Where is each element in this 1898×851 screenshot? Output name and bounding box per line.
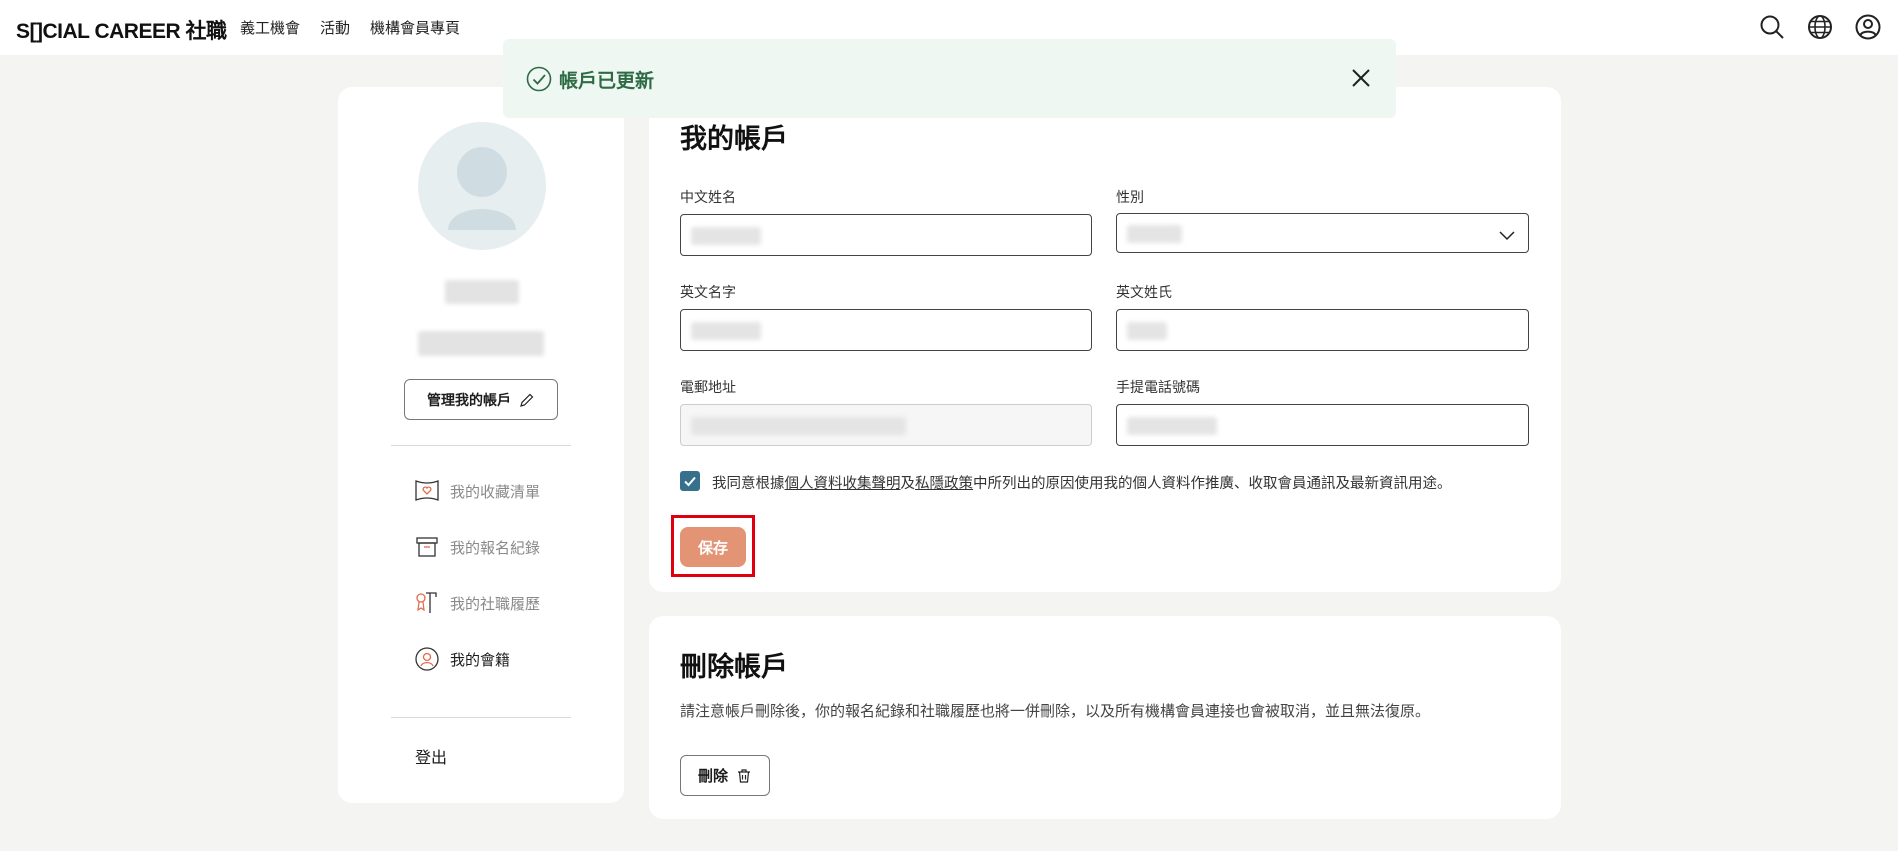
- mobile-label: 手提電話號碼: [1116, 380, 1200, 396]
- delete-account-warning: 請注意帳戶刪除後，你的報名紀錄和社職履歷也將一併刪除，以及所有機構會員連接也會被…: [680, 702, 1431, 720]
- site-logo[interactable]: S[]CIAL CAREER 社職: [16, 15, 227, 45]
- chinese-name-label: 中文姓名: [680, 190, 736, 206]
- save-button[interactable]: 保存: [680, 527, 746, 567]
- page-title: 我的帳戶: [680, 124, 788, 155]
- nav-icons: [1758, 13, 1882, 41]
- english-last-name-field[interactable]: [1116, 309, 1529, 351]
- sidebar-item-label: 我的社職履歷: [450, 594, 541, 613]
- english-first-name-label: 英文名字: [680, 285, 736, 301]
- gender-label: 性別: [1116, 190, 1144, 206]
- check-circle-icon: [526, 66, 552, 92]
- profile-sidebar: 管理我的帳戶 我的收藏清單 我的報名紀錄 我的社職履歷 我的會籍 登出: [338, 87, 624, 803]
- mobile-value-redacted: [1127, 417, 1217, 435]
- sidebar-item-bookmarks[interactable]: 我的收藏清單: [414, 476, 540, 506]
- search-icon[interactable]: [1758, 13, 1786, 41]
- checkmark-icon: [684, 476, 696, 487]
- nav-link-volunteer[interactable]: 義工機會: [240, 17, 300, 38]
- delete-account-title: 刪除帳戶: [680, 652, 788, 683]
- pencil-icon: [520, 393, 534, 407]
- sidebar-item-registrations[interactable]: 我的報名紀錄: [414, 532, 540, 562]
- email-field[interactable]: [680, 404, 1092, 446]
- email-value-redacted: [691, 417, 906, 435]
- profile-name-redacted: [445, 280, 519, 304]
- certificate-icon: [416, 592, 437, 613]
- gender-select[interactable]: [1116, 213, 1529, 253]
- avatar-placeholder-icon: [448, 147, 516, 230]
- close-icon[interactable]: [1350, 67, 1372, 89]
- manage-account-button[interactable]: 管理我的帳戶: [404, 379, 558, 420]
- delete-button-label: 刪除: [697, 767, 728, 785]
- consent-text: 我同意根據個人資料收集聲明及私隱政策中所列出的原因使用我的個人資料作推廣、收取會…: [712, 472, 1452, 493]
- mobile-field[interactable]: [1116, 404, 1529, 446]
- nav-link-org-members[interactable]: 機構會員專頁: [370, 17, 460, 38]
- logout-link[interactable]: 登出: [415, 744, 447, 768]
- success-toast: 帳戶已更新: [503, 39, 1396, 118]
- avatar: [418, 122, 546, 250]
- sidebar-item-label: 我的報名紀錄: [450, 538, 541, 557]
- english-first-name-field[interactable]: [680, 309, 1092, 351]
- sidebar-divider: [391, 717, 571, 718]
- consent-mid: 及: [900, 476, 916, 492]
- archive-box-icon: [416, 537, 438, 557]
- account-card: 我的帳戶 中文姓名 性別 英文名字 英文姓氏 電郵地址 手提電話號碼 我同意根據…: [649, 87, 1561, 592]
- delete-account-button[interactable]: 刪除: [680, 755, 770, 796]
- nav-link-events[interactable]: 活動: [320, 17, 350, 38]
- toast-message: 帳戶已更新: [559, 70, 655, 92]
- gender-value-redacted: [1127, 225, 1182, 243]
- user-icon[interactable]: [1854, 13, 1882, 41]
- nav-links: 義工機會 活動 機構會員專頁: [240, 17, 460, 38]
- profile-email-redacted: [418, 331, 544, 356]
- chinese-name-value-redacted: [691, 227, 761, 245]
- sidebar-item-label: 我的收藏清單: [450, 482, 541, 501]
- english-last-name-label: 英文姓氏: [1116, 285, 1172, 301]
- sidebar-item-resume[interactable]: 我的社職履歷: [414, 588, 540, 618]
- sidebar-item-label: 我的會籍: [450, 650, 511, 669]
- trash-icon: [738, 768, 750, 783]
- sidebar-divider: [391, 445, 571, 446]
- consent-suffix: 中所列出的原因使用我的個人資料作推廣、收取會員通訊及最新資訊用途。: [973, 476, 1452, 492]
- consent-checkbox[interactable]: [680, 471, 700, 491]
- english-last-name-value-redacted: [1127, 322, 1167, 340]
- privacy-policy-link[interactable]: 私隱政策: [915, 476, 973, 492]
- privacy-statement-link[interactable]: 個人資料收集聲明: [785, 476, 901, 492]
- manage-account-label: 管理我的帳戶: [427, 392, 511, 409]
- consent-prefix: 我同意根據: [712, 476, 785, 492]
- chevron-down-icon: [1499, 231, 1515, 241]
- english-first-name-value-redacted: [691, 322, 761, 340]
- bookmark-heart-icon: [415, 480, 439, 501]
- delete-account-card: 刪除帳戶 請注意帳戶刪除後，你的報名紀錄和社職履歷也將一併刪除，以及所有機構會員…: [649, 616, 1561, 819]
- chinese-name-field[interactable]: [680, 214, 1092, 256]
- email-label: 電郵地址: [680, 380, 736, 396]
- globe-icon[interactable]: [1806, 13, 1834, 41]
- membership-icon: [415, 647, 439, 671]
- sidebar-item-membership[interactable]: 我的會籍: [414, 644, 510, 674]
